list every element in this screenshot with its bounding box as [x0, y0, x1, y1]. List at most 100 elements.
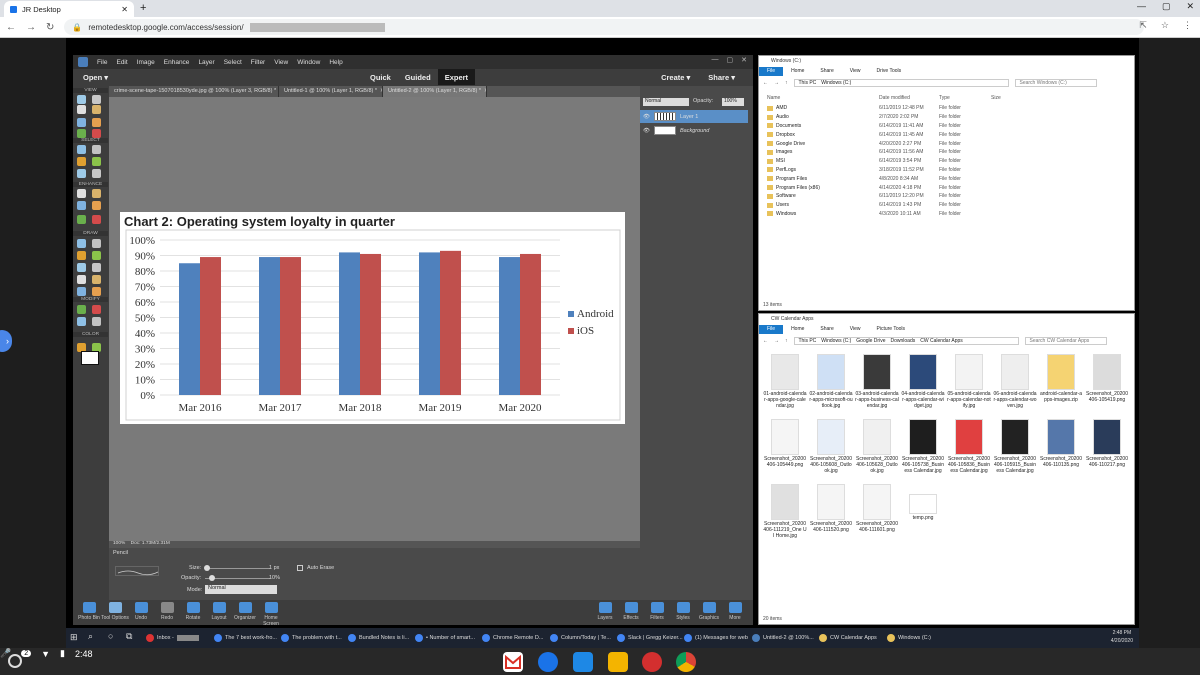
- file-thumbnail[interactable]: Screenshot_20200406-111601.png: [855, 484, 899, 533]
- brush-preset-picker[interactable]: [115, 566, 159, 576]
- document-tab[interactable]: crime-scene-tape-1507018530yde.jpg @ 100…: [109, 86, 279, 97]
- create-button[interactable]: Create ▾: [661, 73, 690, 82]
- new-tab-icon[interactable]: +: [140, 2, 146, 14]
- size-slider-handle[interactable]: [204, 565, 210, 571]
- tool-button[interactable]: [77, 189, 86, 198]
- tool-button[interactable]: [92, 263, 101, 272]
- share-button[interactable]: Share ▾: [708, 73, 735, 82]
- menu-item-layer[interactable]: Layer: [198, 59, 214, 66]
- start-icon[interactable]: ⊞: [70, 632, 78, 643]
- column-header[interactable]: Date modified: [879, 95, 939, 101]
- up-icon[interactable]: ↑: [785, 338, 788, 344]
- tool-button[interactable]: [77, 287, 86, 296]
- taskbar-item[interactable]: Inbox -: [146, 630, 199, 645]
- bottom-button-home-screen[interactable]: Home Screen: [257, 602, 285, 627]
- file-row[interactable]: Documents 6/14/2019 11:41 AM File folder: [767, 122, 1127, 131]
- file-thumbnail[interactable]: 05-android-calendar-apps-calendar-notify…: [947, 354, 991, 409]
- taskbar-item[interactable]: Slack | Gregg Keizer...: [617, 630, 683, 645]
- eye-icon[interactable]: 👁: [643, 114, 650, 120]
- notification-badge[interactable]: 2: [21, 650, 32, 657]
- restore-icon[interactable]: ▢: [727, 56, 734, 64]
- tool-button[interactable]: [77, 215, 86, 224]
- bookmark-star-icon[interactable]: ☆: [1161, 20, 1169, 31]
- taskbar-item[interactable]: Windows (C:): [887, 630, 931, 645]
- file-thumbnail[interactable]: Screenshot_20200406-110135.png: [1039, 419, 1083, 468]
- menu-item-filter[interactable]: Filter: [251, 59, 265, 66]
- file-row[interactable]: AMD 6/11/2019 12:48 PM File folder: [767, 104, 1127, 113]
- file-row[interactable]: Windows 4/3/2020 10:11 AM File folder: [767, 210, 1127, 219]
- file-thumbnail[interactable]: Screenshot_20200406-105836_Business Cale…: [947, 419, 991, 474]
- minimize-icon[interactable]: —: [712, 56, 719, 64]
- back-icon[interactable]: ←: [6, 22, 16, 33]
- file-thumbnail[interactable]: 02-android-calendar-apps-microsoft-outlo…: [809, 354, 853, 409]
- bottom-button-layers[interactable]: Layers: [591, 602, 619, 621]
- column-header[interactable]: Name: [767, 95, 879, 101]
- bottom-button-undo[interactable]: Undo: [127, 602, 155, 621]
- file-thumbnail[interactable]: 04-android-calendar-apps-calendar-widget…: [901, 354, 945, 409]
- file-thumbnail[interactable]: Screenshot_20200406-105449.png: [763, 419, 807, 468]
- file-thumbnail[interactable]: 01-android-calendar-apps-google-calendar…: [763, 354, 807, 409]
- tool-button[interactable]: [92, 118, 101, 127]
- menu-item-image[interactable]: Image: [137, 59, 155, 66]
- file-thumbnail[interactable]: 03-android-calendar-apps-business-calend…: [855, 354, 899, 409]
- path-segment[interactable]: Windows (C:): [821, 80, 851, 86]
- bottom-button-more[interactable]: More: [721, 602, 749, 621]
- tool-button[interactable]: [92, 129, 101, 138]
- reload-icon[interactable]: ↻: [46, 22, 54, 33]
- back-icon[interactable]: ←: [763, 338, 768, 344]
- tool-button[interactable]: [92, 305, 101, 314]
- tool-button[interactable]: [92, 95, 101, 104]
- clock[interactable]: 2:48 PM 4/20/2020: [1111, 629, 1133, 645]
- file-row[interactable]: PerfLogs 3/18/2019 11:52 PM File folder: [767, 166, 1127, 175]
- file-thumbnail[interactable]: Screenshot_20200406-105915_Business Cale…: [993, 419, 1037, 474]
- browser-tab[interactable]: JR Desktop ✕: [4, 1, 134, 17]
- file-row[interactable]: Images 6/14/2019 11:56 AM File folder: [767, 148, 1127, 157]
- path-segment[interactable]: This PC: [799, 338, 817, 344]
- file-row[interactable]: MSI 6/14/2019 3:54 PM File folder: [767, 157, 1127, 166]
- acrobat-icon[interactable]: [642, 652, 662, 672]
- search-icon[interactable]: ⌕: [88, 631, 93, 642]
- color-swatch[interactable]: [81, 351, 99, 365]
- file-thumbnail[interactable]: Screenshot_20200406-111520.png: [809, 484, 853, 533]
- tool-button[interactable]: [77, 251, 86, 260]
- file-row[interactable]: Program Files 4/8/2020 8:34 AM File folder: [767, 174, 1127, 183]
- tool-button[interactable]: [77, 157, 86, 166]
- mode-select[interactable]: Normal: [205, 585, 277, 594]
- tool-button[interactable]: [92, 105, 101, 114]
- close-window-icon[interactable]: ✕: [1186, 1, 1194, 12]
- restore-icon[interactable]: ▢: [1162, 1, 1171, 12]
- path-segment[interactable]: Google Drive: [856, 338, 885, 344]
- path-segment[interactable]: Downloads: [890, 338, 915, 344]
- file-thumbnail[interactable]: Screenshot_20200406-110217.png: [1085, 419, 1129, 468]
- cortana-icon[interactable]: ○: [108, 631, 113, 641]
- back-icon[interactable]: ←: [763, 80, 768, 86]
- explorer-path[interactable]: This PC Windows (C:): [793, 79, 1009, 87]
- file-thumbnail[interactable]: Screenshot_20200406-105419.png: [1085, 354, 1129, 403]
- tool-button[interactable]: [92, 189, 101, 198]
- task-view-icon[interactable]: ⧉: [126, 631, 132, 642]
- up-icon[interactable]: ↑: [785, 80, 788, 86]
- close-tab-icon[interactable]: ✕: [484, 88, 486, 94]
- forward-icon[interactable]: →: [774, 338, 779, 344]
- minimize-icon[interactable]: —: [1137, 1, 1146, 12]
- bottom-button-organizer[interactable]: Organizer: [231, 602, 259, 621]
- menu-item-edit[interactable]: Edit: [116, 59, 127, 66]
- tool-button[interactable]: [92, 145, 101, 154]
- close-icon[interactable]: ✕: [741, 56, 747, 64]
- file-thumbnail[interactable]: Screenshot_20200406-105628_Outlook.jpg: [855, 419, 899, 474]
- tool-button[interactable]: [92, 239, 101, 248]
- file-row[interactable]: Program Files (x86) 4/14/2020 4:18 PM File…: [767, 183, 1127, 192]
- tool-button[interactable]: [77, 169, 86, 178]
- auto-erase-checkbox[interactable]: [297, 565, 303, 571]
- tool-button[interactable]: [92, 317, 101, 326]
- tool-button[interactable]: [77, 263, 86, 272]
- file-thumbnail[interactable]: temp.png: [901, 484, 945, 521]
- mode-expert[interactable]: Expert: [437, 69, 476, 85]
- menu-icon[interactable]: ⋮: [1183, 20, 1192, 31]
- taskbar-item[interactable]: (1) Messages for web: [684, 630, 748, 645]
- mode-guided[interactable]: Guided: [398, 69, 438, 85]
- keep-icon[interactable]: [608, 652, 628, 672]
- file-row[interactable]: Audio 2/7/2020 2:02 PM File folder: [767, 113, 1127, 122]
- tool-button[interactable]: [77, 275, 86, 284]
- taskbar-item[interactable]: CW Calendar Apps: [819, 630, 877, 645]
